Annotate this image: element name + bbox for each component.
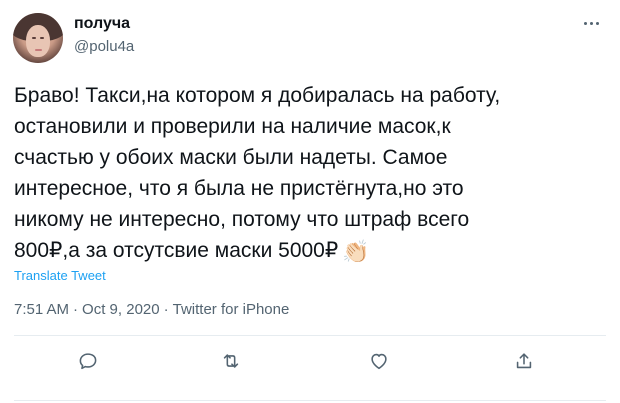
display-name[interactable]: получа — [74, 14, 130, 34]
avatar-mouth — [35, 49, 42, 51]
like-button[interactable] — [364, 346, 394, 376]
clap-emoji: 👏🏻 — [342, 239, 370, 264]
more-dot — [583, 21, 587, 25]
more-dot — [595, 21, 599, 25]
more-dot — [589, 21, 593, 25]
tweet-body: Браво! Такси,на котором я добиралась на … — [14, 84, 501, 262]
like-icon — [371, 353, 387, 370]
more-options-icon[interactable] — [576, 15, 606, 31]
meta-separator: · — [73, 301, 79, 318]
translate-tweet-link[interactable]: Translate Tweet — [14, 268, 106, 284]
reply-button[interactable] — [73, 346, 103, 376]
reply-icon — [79, 353, 97, 370]
user-handle[interactable]: @polu4a — [74, 37, 134, 56]
avatar[interactable] — [13, 13, 63, 63]
share-icon — [516, 353, 532, 369]
tweet-text: Браво! Такси,на котором я добиралась на … — [14, 80, 610, 267]
divider — [14, 335, 606, 336]
meta-separator: · — [163, 301, 169, 318]
divider — [14, 400, 606, 401]
tweet-source[interactable]: Twitter for iPhone — [173, 301, 290, 318]
tweet-meta: 7:51 AM · Oct 9, 2020 · Twitter for iPhone — [14, 300, 289, 319]
avatar-eye-left — [32, 37, 36, 39]
share-button[interactable] — [509, 346, 539, 376]
tweet-card: получа @polu4a Браво! Такси,на котором я… — [0, 0, 620, 403]
retweet-button[interactable] — [216, 346, 246, 376]
avatar-face — [26, 25, 50, 57]
tweet-time[interactable]: 7:51 AM — [14, 301, 69, 318]
avatar-eye-right — [40, 37, 44, 39]
tweet-date[interactable]: Oct 9, 2020 — [82, 301, 160, 318]
retweet-icon — [223, 354, 239, 368]
action-bar — [0, 346, 620, 376]
